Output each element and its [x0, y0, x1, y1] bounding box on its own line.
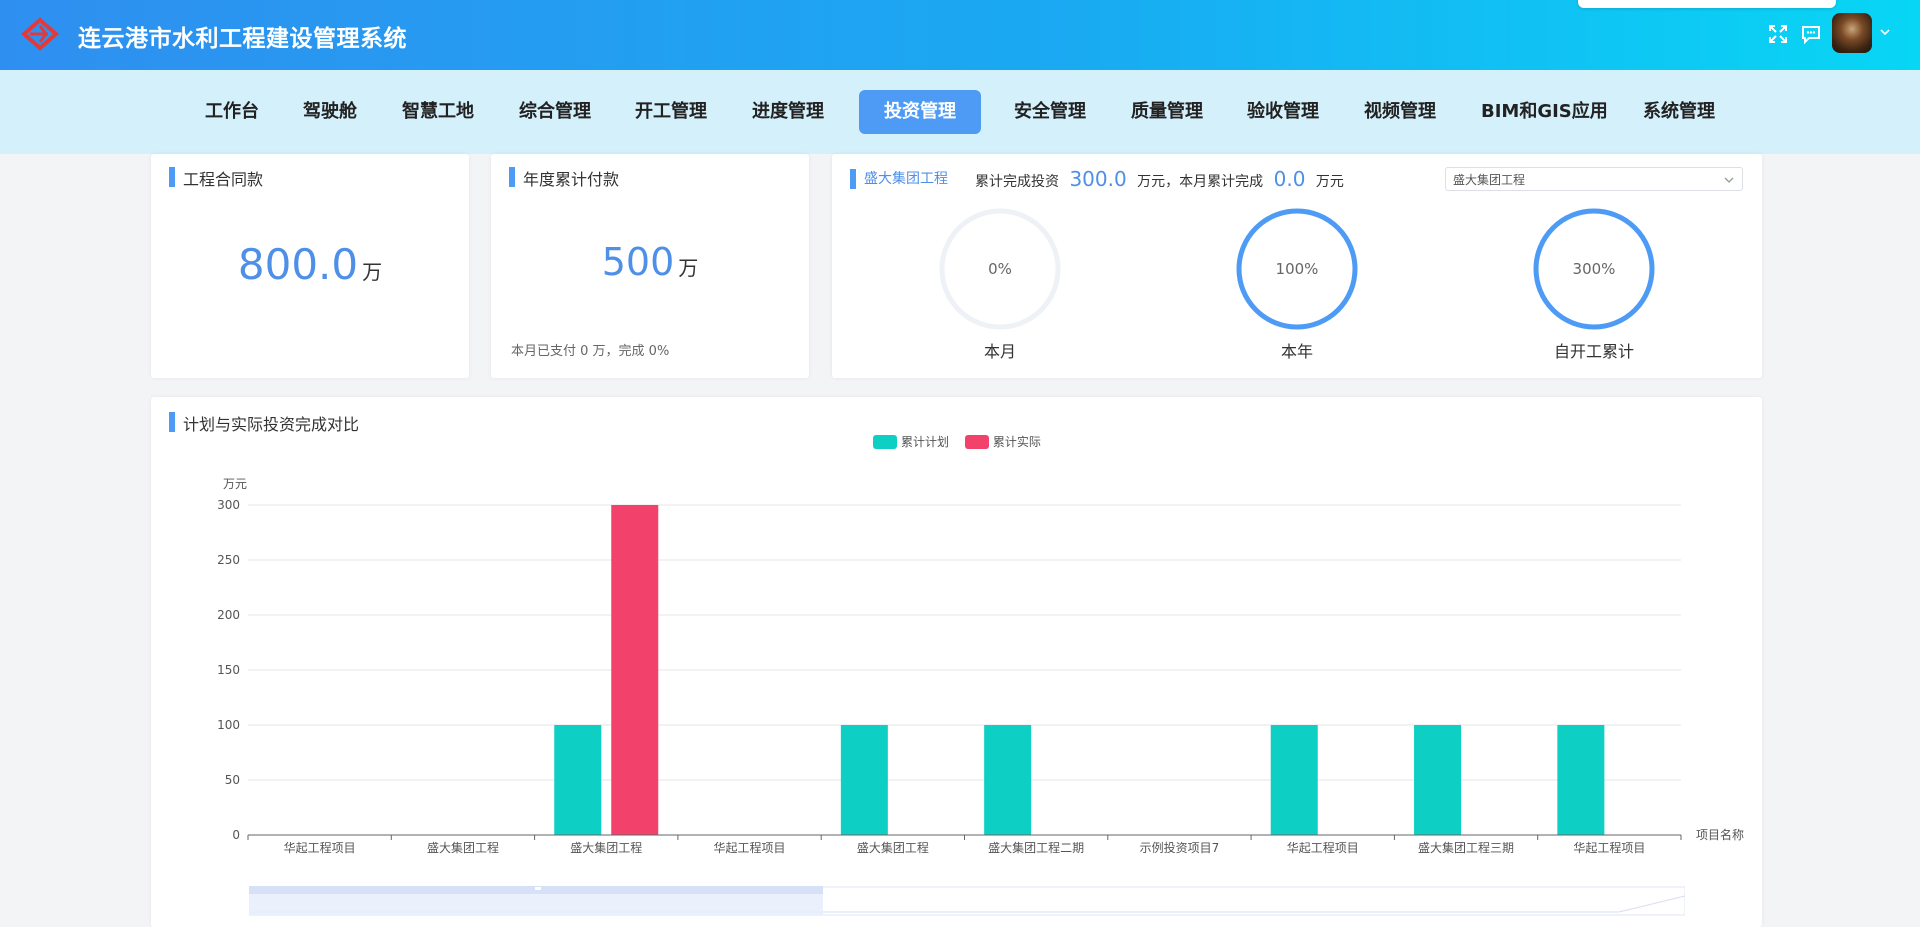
x-tick-label: 盛大集团工程 — [857, 840, 929, 855]
y-tick-label: 300 — [217, 498, 240, 512]
x-tick-label: 盛大集团工程 — [427, 840, 499, 855]
x-tick-label: 华起工程项目 — [1287, 840, 1359, 855]
x-tick-label: 盛大集团工程三期 — [1418, 840, 1514, 855]
x-tick-label: 盛大集团工程二期 — [988, 840, 1084, 855]
bar-actual — [611, 505, 659, 835]
x-tick-label: 示例投资项目7 — [1140, 840, 1220, 855]
x-axis-label: 项目名称 — [1696, 827, 1744, 842]
bar-plan — [1557, 725, 1605, 835]
comparison-bar-chart: 0 50 100 150 200 250 300 万元项目名称华起工程项目 盛大集团工程 盛大集团… — [217, 477, 1744, 855]
y-tick-label: 150 — [217, 663, 240, 677]
x-tick-label: 盛大集团工程 — [570, 840, 642, 855]
bar-plan — [554, 725, 602, 835]
y-tick-label: 50 — [225, 773, 240, 787]
bar-plan — [1270, 725, 1318, 835]
data-zoom-slider[interactable] — [249, 886, 1685, 916]
x-tick-label: 华起工程项目 — [284, 840, 356, 855]
y-tick-label: 200 — [217, 608, 240, 622]
bar-plan — [984, 725, 1032, 835]
x-tick-label: 华起工程项目 — [714, 840, 786, 855]
x-tick-label: 华起工程项目 — [1573, 840, 1645, 855]
y-tick-label: 0 — [232, 828, 240, 842]
y-tick-label: 100 — [217, 718, 240, 732]
y-axis-label: 万元 — [223, 477, 247, 491]
bar-plan — [1414, 725, 1462, 835]
y-tick-label: 250 — [217, 553, 240, 567]
bar-plan — [840, 725, 888, 835]
